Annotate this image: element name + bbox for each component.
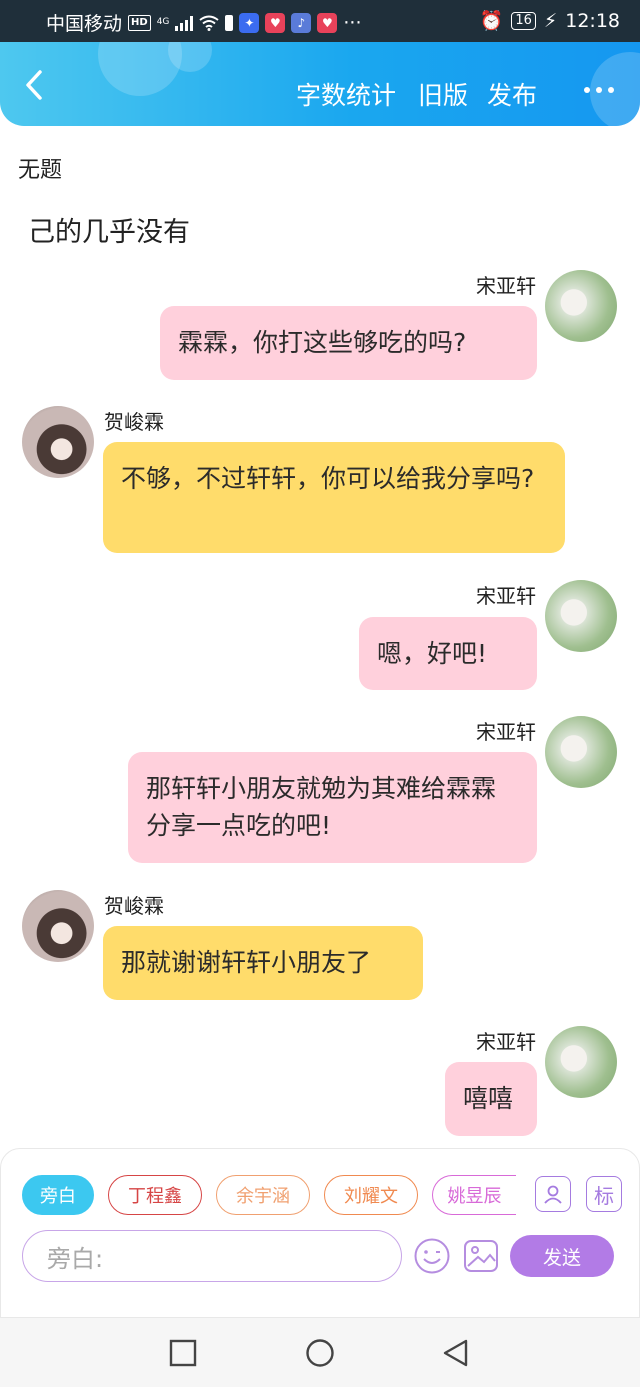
message-input[interactable]: 旁白: (22, 1230, 402, 1282)
message-bubble[interactable]: 那就谢谢轩轩小朋友了 (103, 926, 423, 1000)
tag-icon[interactable]: 标 (586, 1176, 622, 1212)
avatar[interactable] (545, 716, 617, 788)
back-icon[interactable] (18, 68, 48, 102)
hd-icon: HD (128, 14, 151, 31)
role-chip[interactable]: 姚昱辰 (432, 1175, 516, 1215)
avatar[interactable] (22, 890, 94, 962)
message-bubble[interactable]: 那轩轩小朋友就勉为其难给霖霖分享一点吃的吧! (128, 752, 537, 863)
system-nav-bar (0, 1318, 640, 1387)
story-text[interactable]: 己的几乎没有 (28, 210, 190, 249)
signal-icon (175, 15, 194, 31)
sender-name: 贺峻霖 (104, 410, 164, 434)
sender-name: 宋亚轩 (476, 584, 536, 608)
message-bubble[interactable]: 霖霖，你打这些够吃的吗? (160, 306, 537, 380)
avatar[interactable] (545, 270, 617, 342)
old-version-button[interactable]: 旧版 (418, 76, 468, 112)
image-icon[interactable] (461, 1236, 501, 1276)
message-bubble[interactable]: 嘻嘻 (445, 1062, 537, 1136)
role-chip[interactable]: 刘耀文 (324, 1175, 418, 1215)
sender-name: 宋亚轩 (476, 274, 536, 298)
word-count-button[interactable]: 字数统计 (296, 76, 396, 112)
battery-icon: 16 (511, 11, 536, 30)
sender-name: 贺峻霖 (104, 894, 164, 918)
sender-name: 宋亚轩 (476, 1030, 536, 1054)
network-label: 4G (156, 17, 170, 27)
recent-apps-icon[interactable] (168, 1338, 198, 1368)
sender-name: 宋亚轩 (476, 720, 536, 744)
more-notifications-icon: ··· (343, 11, 362, 34)
role-chip[interactable]: 余宇涵 (216, 1175, 310, 1215)
emoji-icon[interactable] (412, 1236, 452, 1276)
more-icon[interactable] (584, 87, 614, 93)
heart-app-icon: ♥ (265, 12, 286, 33)
top-bar: 字数统计 旧版 发布 (0, 42, 640, 126)
music-app-icon: ♪ (291, 12, 312, 33)
heart-app-icon-2: ♥ (317, 12, 338, 33)
story-title[interactable]: 无题 (18, 152, 62, 184)
avatar[interactable] (545, 580, 617, 652)
carrier-label: 中国移动 (46, 13, 123, 35)
status-bar: 中国移动 HD 4G ✦ ♥ ♪ ♥ ··· ⏰ 16 ⚡ 12:18 (0, 0, 640, 42)
charging-icon: ⚡ (543, 9, 558, 32)
avatar[interactable] (22, 406, 94, 478)
alert-icon (225, 14, 234, 31)
alarm-icon: ⏰ (479, 10, 504, 32)
clock: 12:18 (565, 9, 620, 32)
message-bubble[interactable]: 嗯，好吧! (359, 617, 537, 690)
publish-button[interactable]: 发布 (487, 76, 537, 112)
back-nav-icon[interactable] (441, 1338, 471, 1368)
wifi-icon (199, 15, 220, 31)
character-icon[interactable] (535, 1176, 571, 1212)
person-icon (544, 1185, 562, 1204)
home-icon[interactable] (305, 1338, 335, 1368)
avatar[interactable] (545, 1026, 617, 1098)
message-bubble[interactable]: 不够，不过轩轩，你可以给我分享吗? (103, 442, 565, 553)
send-button[interactable]: 发送 (510, 1235, 614, 1277)
role-chip[interactable]: 丁程鑫 (108, 1175, 202, 1215)
role-chip-narration[interactable]: 旁白 (22, 1175, 94, 1215)
bulb-app-icon: ✦ (239, 12, 260, 33)
